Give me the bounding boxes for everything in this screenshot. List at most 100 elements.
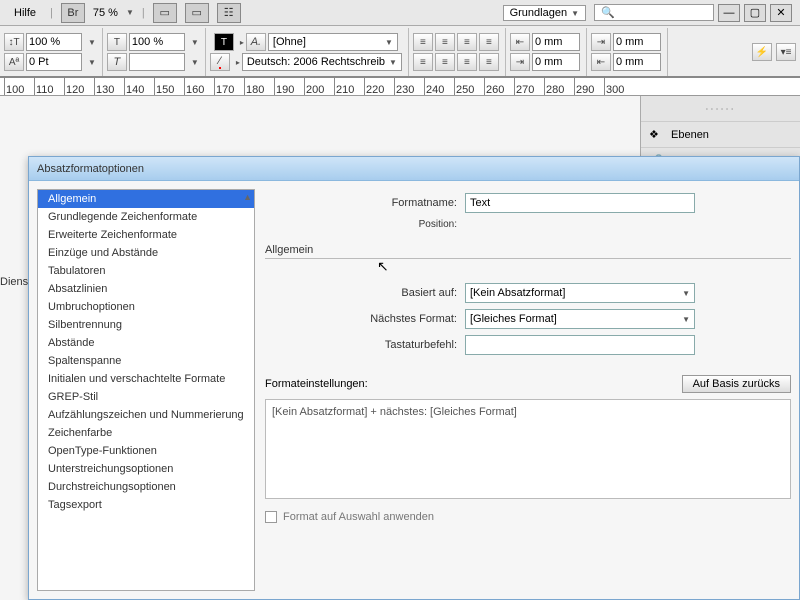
indent-lastline-field[interactable]: 0 mm bbox=[613, 53, 661, 71]
next-format-select[interactable]: [Gleiches Format]▼ bbox=[465, 309, 695, 329]
category-item[interactable]: Zeichenfarbe bbox=[38, 424, 254, 442]
zoom-level[interactable]: 75 %▼ bbox=[93, 7, 134, 19]
align-justify-icon[interactable]: ≡ bbox=[479, 33, 499, 51]
skew-icon[interactable]: T bbox=[107, 53, 127, 71]
category-item[interactable]: Einzüge und Abstände bbox=[38, 244, 254, 262]
category-item[interactable]: Abstände bbox=[38, 334, 254, 352]
control-toolbar: ↕T 100 %▼ Aª 0 Pt▼ T 100 %▼ T ▼ T▸ A. [O… bbox=[0, 26, 800, 78]
dialog-main: Formatname: Text Position: Allgemein Bas… bbox=[265, 189, 791, 591]
category-item[interactable]: Umbruchoptionen bbox=[38, 298, 254, 316]
workspace-value: Grundlagen bbox=[510, 7, 568, 19]
ruler-tick: 100 bbox=[4, 78, 24, 96]
font-size-v-icon[interactable]: ↕T bbox=[4, 33, 24, 51]
char-style-t-icon[interactable]: T bbox=[214, 33, 234, 51]
panel-ebenen[interactable]: ❖ Ebenen bbox=[641, 122, 800, 148]
char-style-select[interactable]: [Ohne]▼ bbox=[268, 33, 398, 51]
paragraph-style-options-dialog: Absatzformatoptionen ▲ AllgemeinGrundleg… bbox=[28, 156, 800, 600]
align-left-icon[interactable]: ≡ bbox=[413, 33, 433, 51]
align-jf-icon[interactable]: ≡ bbox=[479, 53, 499, 71]
ruler-tick: 160 bbox=[184, 78, 204, 96]
ruler-tick: 260 bbox=[484, 78, 504, 96]
indent-firstline-icon[interactable]: ⇥ bbox=[510, 53, 530, 71]
settings-summary: [Kein Absatzformat] + nächstes: [Gleiche… bbox=[265, 399, 791, 499]
skew-field[interactable] bbox=[129, 53, 185, 71]
formatname-input[interactable]: Text bbox=[465, 193, 695, 213]
language-value: Deutsch: 2006 Rechtschreib bbox=[247, 56, 385, 68]
maximize-button[interactable]: ▢ bbox=[744, 4, 766, 22]
ruler-tick: 230 bbox=[394, 78, 414, 96]
reset-to-base-button[interactable]: Auf Basis zurücks bbox=[682, 375, 791, 393]
next-format-label: Nächstes Format: bbox=[265, 313, 465, 325]
category-item[interactable]: Tabulatoren bbox=[38, 262, 254, 280]
app-menubar: Hilfe | Br 75 %▼ | ▭ ▭ ☷ Grundlagen▼ 🔍 —… bbox=[0, 0, 800, 26]
indent-lastline-icon[interactable]: ⇤ bbox=[591, 53, 611, 71]
basiert-value: [Kein Absatzformat] bbox=[470, 287, 565, 299]
char-style-a-icon[interactable]: A. bbox=[246, 33, 266, 51]
ruler-tick: 180 bbox=[244, 78, 264, 96]
ruler-tick: 190 bbox=[274, 78, 294, 96]
close-button[interactable]: ✕ bbox=[770, 4, 792, 22]
shortcut-input[interactable] bbox=[465, 335, 695, 355]
minimize-button[interactable]: — bbox=[718, 4, 740, 22]
flash-icon[interactable]: ⚡ bbox=[752, 43, 772, 61]
ruler-tick: 210 bbox=[334, 78, 354, 96]
category-item[interactable]: Tagsexport bbox=[38, 496, 254, 514]
workspace-select[interactable]: Grundlagen▼ bbox=[503, 5, 586, 21]
view-mode-1-icon[interactable]: ▭ bbox=[153, 3, 177, 23]
ruler-tick: 200 bbox=[304, 78, 324, 96]
tracking-field[interactable]: 0 Pt bbox=[26, 53, 82, 71]
view-mode-2-icon[interactable]: ▭ bbox=[185, 3, 209, 23]
font-size-h-icon[interactable]: T bbox=[107, 33, 127, 51]
indent-firstline-field[interactable]: 0 mm bbox=[532, 53, 580, 71]
category-item[interactable]: Unterstreichungsoptionen bbox=[38, 460, 254, 478]
indent-right-icon[interactable]: ⇥ bbox=[591, 33, 611, 51]
indent-right-field[interactable]: 0 mm bbox=[613, 33, 661, 51]
font-size-1-field[interactable]: 100 % bbox=[26, 33, 82, 51]
layers-icon: ❖ bbox=[649, 128, 665, 142]
scroll-up-icon[interactable]: ▲ bbox=[243, 192, 252, 202]
ruler-tick: 120 bbox=[64, 78, 84, 96]
align-jl-icon[interactable]: ≡ bbox=[413, 53, 433, 71]
ruler-tick: 240 bbox=[424, 78, 444, 96]
align-right-icon[interactable]: ≡ bbox=[457, 33, 477, 51]
zoom-value: 75 % bbox=[93, 7, 118, 19]
ruler-tick: 280 bbox=[544, 78, 564, 96]
ruler-tick: 290 bbox=[574, 78, 594, 96]
panel-collapse[interactable]: ∙∙∙∙∙∙ bbox=[641, 96, 800, 122]
category-item[interactable]: Spaltenspanne bbox=[38, 352, 254, 370]
category-item[interactable]: Durchstreichungsoptionen bbox=[38, 478, 254, 496]
category-item[interactable]: Erweiterte Zeichenformate bbox=[38, 226, 254, 244]
category-item[interactable]: Initialen und verschachtelte Formate bbox=[38, 370, 254, 388]
category-item[interactable]: Allgemein bbox=[38, 190, 254, 208]
search-icon: 🔍 bbox=[601, 6, 615, 19]
settings-label: Formateinstellungen: bbox=[265, 378, 368, 390]
view-mode-3-icon[interactable]: ☷ bbox=[217, 3, 241, 23]
menu-help[interactable]: Hilfe bbox=[8, 5, 42, 21]
category-item[interactable]: Silbentrennung bbox=[38, 316, 254, 334]
apply-to-selection-checkbox[interactable] bbox=[265, 511, 277, 523]
basiert-select[interactable]: [Kein Absatzformat]▼ bbox=[465, 283, 695, 303]
search-input[interactable]: 🔍 bbox=[594, 4, 714, 21]
category-item[interactable]: Grundlegende Zeichenformate bbox=[38, 208, 254, 226]
menu-expand-icon[interactable]: ▾≡ bbox=[776, 43, 796, 61]
category-item[interactable]: GREP-Stil bbox=[38, 388, 254, 406]
formatname-label: Formatname: bbox=[265, 197, 465, 209]
align-center-icon[interactable]: ≡ bbox=[435, 33, 455, 51]
indent-left-icon[interactable]: ⇤ bbox=[510, 33, 530, 51]
category-item[interactable]: Aufzählungszeichen und Nummerierung bbox=[38, 406, 254, 424]
dialog-category-list[interactable]: ▲ AllgemeinGrundlegende ZeichenformateEr… bbox=[37, 189, 255, 591]
bridge-button[interactable]: Br bbox=[61, 3, 85, 23]
indent-left-field[interactable]: 0 mm bbox=[532, 33, 580, 51]
category-item[interactable]: Absatzlinien bbox=[38, 280, 254, 298]
section-allgemein: Allgemein bbox=[265, 244, 791, 259]
position-label: Position: bbox=[265, 219, 465, 230]
align-jc-icon[interactable]: ≡ bbox=[435, 53, 455, 71]
ruler-tick: 250 bbox=[454, 78, 474, 96]
font-size-2-field[interactable]: 100 % bbox=[129, 33, 185, 51]
stroke-icon[interactable]: ⁄ bbox=[210, 53, 230, 71]
align-jr-icon[interactable]: ≡ bbox=[457, 53, 477, 71]
category-item[interactable]: OpenType-Funktionen bbox=[38, 442, 254, 460]
language-select[interactable]: Deutsch: 2006 Rechtschreib▼ bbox=[242, 53, 402, 71]
tracking-icon[interactable]: Aª bbox=[4, 53, 24, 71]
ruler-tick: 140 bbox=[124, 78, 144, 96]
